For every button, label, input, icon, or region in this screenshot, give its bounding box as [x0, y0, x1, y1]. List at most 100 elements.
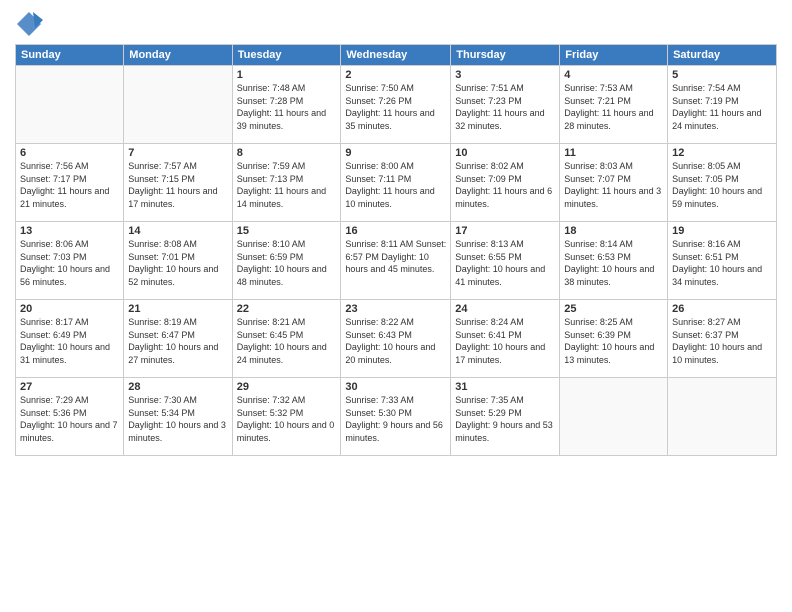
calendar-cell: 1Sunrise: 7:48 AM Sunset: 7:28 PM Daylig… — [232, 66, 341, 144]
day-number: 7 — [128, 147, 227, 159]
day-info: Sunrise: 8:05 AM Sunset: 7:05 PM Dayligh… — [672, 160, 772, 210]
calendar-week-4: 20Sunrise: 8:17 AM Sunset: 6:49 PM Dayli… — [16, 300, 777, 378]
day-number: 28 — [128, 381, 227, 393]
day-number: 20 — [20, 303, 119, 315]
day-info: Sunrise: 8:22 AM Sunset: 6:43 PM Dayligh… — [345, 316, 446, 366]
calendar-cell: 15Sunrise: 8:10 AM Sunset: 6:59 PM Dayli… — [232, 222, 341, 300]
day-number: 21 — [128, 303, 227, 315]
calendar-cell: 6Sunrise: 7:56 AM Sunset: 7:17 PM Daylig… — [16, 144, 124, 222]
calendar-week-2: 6Sunrise: 7:56 AM Sunset: 7:17 PM Daylig… — [16, 144, 777, 222]
calendar-cell: 7Sunrise: 7:57 AM Sunset: 7:15 PM Daylig… — [124, 144, 232, 222]
day-info: Sunrise: 8:17 AM Sunset: 6:49 PM Dayligh… — [20, 316, 119, 366]
day-number: 15 — [237, 225, 337, 237]
calendar-cell: 28Sunrise: 7:30 AM Sunset: 5:34 PM Dayli… — [124, 378, 232, 456]
calendar-cell: 20Sunrise: 8:17 AM Sunset: 6:49 PM Dayli… — [16, 300, 124, 378]
day-info: Sunrise: 7:48 AM Sunset: 7:28 PM Dayligh… — [237, 82, 337, 132]
logo-icon — [15, 10, 43, 38]
day-number: 24 — [455, 303, 555, 315]
day-number: 29 — [237, 381, 337, 393]
calendar-cell: 13Sunrise: 8:06 AM Sunset: 7:03 PM Dayli… — [16, 222, 124, 300]
calendar-cell: 24Sunrise: 8:24 AM Sunset: 6:41 PM Dayli… — [451, 300, 560, 378]
header — [15, 10, 777, 38]
calendar-cell: 29Sunrise: 7:32 AM Sunset: 5:32 PM Dayli… — [232, 378, 341, 456]
weekday-header-wednesday: Wednesday — [341, 45, 451, 66]
day-info: Sunrise: 8:06 AM Sunset: 7:03 PM Dayligh… — [20, 238, 119, 288]
day-info: Sunrise: 7:59 AM Sunset: 7:13 PM Dayligh… — [237, 160, 337, 210]
day-info: Sunrise: 8:02 AM Sunset: 7:09 PM Dayligh… — [455, 160, 555, 210]
weekday-header-friday: Friday — [560, 45, 668, 66]
calendar-cell: 21Sunrise: 8:19 AM Sunset: 6:47 PM Dayli… — [124, 300, 232, 378]
page: SundayMondayTuesdayWednesdayThursdayFrid… — [0, 0, 792, 612]
day-info: Sunrise: 8:19 AM Sunset: 6:47 PM Dayligh… — [128, 316, 227, 366]
day-number: 22 — [237, 303, 337, 315]
day-info: Sunrise: 8:08 AM Sunset: 7:01 PM Dayligh… — [128, 238, 227, 288]
calendar-cell: 18Sunrise: 8:14 AM Sunset: 6:53 PM Dayli… — [560, 222, 668, 300]
calendar-cell: 9Sunrise: 8:00 AM Sunset: 7:11 PM Daylig… — [341, 144, 451, 222]
day-info: Sunrise: 8:13 AM Sunset: 6:55 PM Dayligh… — [455, 238, 555, 288]
day-info: Sunrise: 8:25 AM Sunset: 6:39 PM Dayligh… — [564, 316, 663, 366]
day-number: 19 — [672, 225, 772, 237]
weekday-header-monday: Monday — [124, 45, 232, 66]
calendar-week-3: 13Sunrise: 8:06 AM Sunset: 7:03 PM Dayli… — [16, 222, 777, 300]
day-number: 16 — [345, 225, 446, 237]
day-info: Sunrise: 7:50 AM Sunset: 7:26 PM Dayligh… — [345, 82, 446, 132]
day-number: 25 — [564, 303, 663, 315]
day-number: 27 — [20, 381, 119, 393]
day-number: 18 — [564, 225, 663, 237]
calendar-cell: 12Sunrise: 8:05 AM Sunset: 7:05 PM Dayli… — [668, 144, 777, 222]
day-number: 30 — [345, 381, 446, 393]
day-number: 2 — [345, 69, 446, 81]
day-number: 5 — [672, 69, 772, 81]
day-number: 23 — [345, 303, 446, 315]
calendar-cell: 26Sunrise: 8:27 AM Sunset: 6:37 PM Dayli… — [668, 300, 777, 378]
calendar-cell: 8Sunrise: 7:59 AM Sunset: 7:13 PM Daylig… — [232, 144, 341, 222]
day-number: 13 — [20, 225, 119, 237]
calendar-cell — [560, 378, 668, 456]
day-info: Sunrise: 7:33 AM Sunset: 5:30 PM Dayligh… — [345, 394, 446, 444]
day-number: 3 — [455, 69, 555, 81]
day-number: 10 — [455, 147, 555, 159]
weekday-header-sunday: Sunday — [16, 45, 124, 66]
calendar-cell — [668, 378, 777, 456]
calendar-cell: 17Sunrise: 8:13 AM Sunset: 6:55 PM Dayli… — [451, 222, 560, 300]
day-info: Sunrise: 8:21 AM Sunset: 6:45 PM Dayligh… — [237, 316, 337, 366]
day-info: Sunrise: 7:53 AM Sunset: 7:21 PM Dayligh… — [564, 82, 663, 132]
day-info: Sunrise: 8:10 AM Sunset: 6:59 PM Dayligh… — [237, 238, 337, 288]
calendar-cell: 3Sunrise: 7:51 AM Sunset: 7:23 PM Daylig… — [451, 66, 560, 144]
day-info: Sunrise: 7:54 AM Sunset: 7:19 PM Dayligh… — [672, 82, 772, 132]
weekday-header-tuesday: Tuesday — [232, 45, 341, 66]
calendar-cell: 19Sunrise: 8:16 AM Sunset: 6:51 PM Dayli… — [668, 222, 777, 300]
day-info: Sunrise: 7:32 AM Sunset: 5:32 PM Dayligh… — [237, 394, 337, 444]
calendar-table: SundayMondayTuesdayWednesdayThursdayFrid… — [15, 44, 777, 456]
day-number: 8 — [237, 147, 337, 159]
day-number: 4 — [564, 69, 663, 81]
day-number: 14 — [128, 225, 227, 237]
weekday-header-saturday: Saturday — [668, 45, 777, 66]
calendar-cell: 11Sunrise: 8:03 AM Sunset: 7:07 PM Dayli… — [560, 144, 668, 222]
day-info: Sunrise: 7:57 AM Sunset: 7:15 PM Dayligh… — [128, 160, 227, 210]
calendar-cell: 23Sunrise: 8:22 AM Sunset: 6:43 PM Dayli… — [341, 300, 451, 378]
day-info: Sunrise: 8:27 AM Sunset: 6:37 PM Dayligh… — [672, 316, 772, 366]
day-info: Sunrise: 7:56 AM Sunset: 7:17 PM Dayligh… — [20, 160, 119, 210]
calendar-cell: 25Sunrise: 8:25 AM Sunset: 6:39 PM Dayli… — [560, 300, 668, 378]
calendar-cell: 16Sunrise: 8:11 AM Sunset: 6:57 PM Dayli… — [341, 222, 451, 300]
day-number: 26 — [672, 303, 772, 315]
day-info: Sunrise: 8:11 AM Sunset: 6:57 PM Dayligh… — [345, 238, 446, 276]
day-info: Sunrise: 7:29 AM Sunset: 5:36 PM Dayligh… — [20, 394, 119, 444]
day-info: Sunrise: 7:30 AM Sunset: 5:34 PM Dayligh… — [128, 394, 227, 444]
calendar-week-1: 1Sunrise: 7:48 AM Sunset: 7:28 PM Daylig… — [16, 66, 777, 144]
calendar-cell — [124, 66, 232, 144]
calendar-week-5: 27Sunrise: 7:29 AM Sunset: 5:36 PM Dayli… — [16, 378, 777, 456]
calendar-cell: 14Sunrise: 8:08 AM Sunset: 7:01 PM Dayli… — [124, 222, 232, 300]
calendar-cell — [16, 66, 124, 144]
weekday-header-thursday: Thursday — [451, 45, 560, 66]
day-number: 17 — [455, 225, 555, 237]
calendar-cell: 31Sunrise: 7:35 AM Sunset: 5:29 PM Dayli… — [451, 378, 560, 456]
day-info: Sunrise: 7:51 AM Sunset: 7:23 PM Dayligh… — [455, 82, 555, 132]
calendar-cell: 27Sunrise: 7:29 AM Sunset: 5:36 PM Dayli… — [16, 378, 124, 456]
day-info: Sunrise: 8:24 AM Sunset: 6:41 PM Dayligh… — [455, 316, 555, 366]
calendar-cell: 5Sunrise: 7:54 AM Sunset: 7:19 PM Daylig… — [668, 66, 777, 144]
day-number: 1 — [237, 69, 337, 81]
day-info: Sunrise: 7:35 AM Sunset: 5:29 PM Dayligh… — [455, 394, 555, 444]
day-number: 6 — [20, 147, 119, 159]
